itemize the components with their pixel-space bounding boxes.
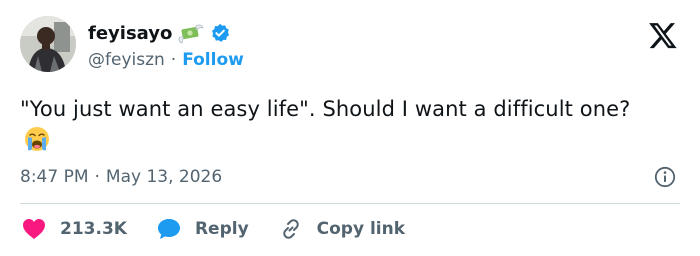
x-logo-icon[interactable]	[648, 20, 678, 50]
info-icon[interactable]	[654, 166, 676, 188]
reply-label: Reply	[194, 219, 249, 239]
like-button[interactable]: 213.3K	[22, 218, 127, 240]
copy-link-label: Copy link	[316, 219, 406, 239]
tweet-text-content: "You just want an easy life". Should I w…	[20, 97, 631, 121]
loudly-crying-face-icon	[24, 126, 50, 152]
avatar[interactable]	[20, 16, 76, 72]
tweet-card: feyisayo @feyiszn · Follow "You just wan…	[0, 0, 700, 256]
follow-button[interactable]: Follow	[182, 50, 244, 70]
tweet-text: "You just want an easy life". Should I w…	[20, 94, 660, 156]
tweet-date: May 13, 2026	[105, 167, 223, 187]
copy-link-button[interactable]: Copy link	[279, 217, 405, 241]
reply-bubble-icon	[157, 219, 180, 239]
tweet-timestamp[interactable]: 8:47 PM · May 13, 2026	[20, 164, 222, 190]
link-icon	[282, 219, 299, 239]
tweet-time: 8:47 PM	[20, 167, 89, 187]
avatar-photo	[20, 16, 76, 72]
user-handle[interactable]: @feyiszn	[88, 50, 165, 70]
like-count: 213.3K	[60, 219, 127, 239]
display-name[interactable]: feyisayo	[88, 23, 172, 44]
verified-badge-icon	[210, 23, 230, 43]
handle-separator: ·	[170, 50, 177, 70]
divider	[20, 203, 680, 204]
timestamp-separator: ·	[94, 167, 100, 187]
heart-icon	[23, 219, 45, 239]
tweet-actions: 213.3K Reply Copy link	[22, 214, 435, 244]
author-handle-row: @feyiszn · Follow	[88, 48, 244, 72]
author-name-row: feyisayo	[88, 20, 230, 46]
money-with-wings-icon	[178, 22, 204, 44]
reply-button[interactable]: Reply	[157, 218, 249, 240]
